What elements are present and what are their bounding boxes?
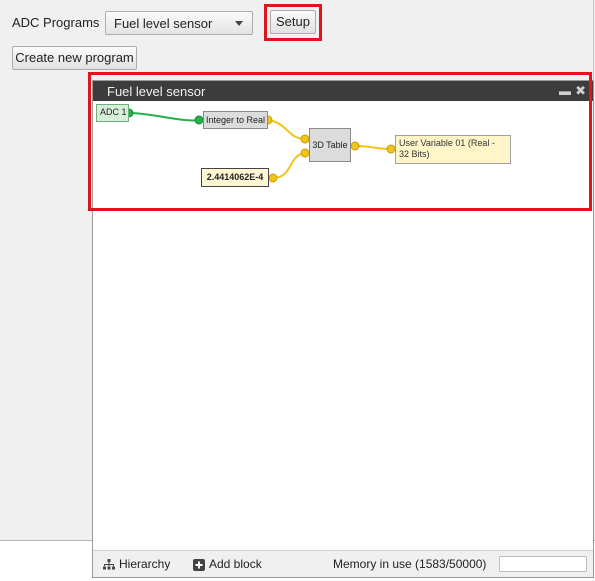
- setup-button[interactable]: Setup: [270, 10, 316, 34]
- add-block-label: Add block: [209, 557, 262, 571]
- program-select-value: Fuel level sensor: [114, 16, 213, 31]
- hierarchy-button[interactable]: Hierarchy: [103, 557, 170, 571]
- adc-block[interactable]: ADC 1: [96, 104, 129, 122]
- plus-box-icon: [193, 558, 205, 571]
- hierarchy-icon: [103, 559, 115, 570]
- program-select[interactable]: Fuel level sensor: [105, 11, 253, 35]
- wires-layer: [124, 108, 396, 183]
- table-input-port-1[interactable]: [300, 134, 310, 144]
- create-new-program-button[interactable]: Create new program: [12, 46, 137, 70]
- program-canvas[interactable]: ADC 1 Integer to Real 3D Table 2.4414062…: [93, 101, 593, 571]
- int-input-port[interactable]: [194, 115, 204, 125]
- close-icon[interactable]: ✖: [575, 83, 586, 99]
- adc-programs-label: ADC Programs: [12, 15, 100, 30]
- wire-int-to-table: [267, 119, 306, 140]
- wire-adc-to-int: [128, 112, 204, 122]
- table-3d-block[interactable]: 3D Table: [309, 128, 351, 162]
- hierarchy-label: Hierarchy: [119, 557, 171, 571]
- memory-usage-label: Memory in use (1583/50000): [333, 557, 487, 571]
- wire-const-to-table: [272, 152, 306, 179]
- integer-to-real-block[interactable]: Integer to Real: [203, 111, 268, 129]
- minimize-icon[interactable]: ▬: [559, 84, 571, 98]
- const-output-port[interactable]: [268, 173, 278, 183]
- var-input-port[interactable]: [386, 144, 396, 154]
- constant-block[interactable]: 2.4414062E-4: [201, 168, 269, 187]
- memory-usage-bar: [499, 556, 587, 572]
- user-variable-block[interactable]: User Variable 01 (Real - 32 Bits): [395, 135, 511, 164]
- window-title: Fuel level sensor: [107, 84, 206, 99]
- wire-table-to-var: [354, 145, 392, 150]
- chevron-down-icon: [235, 21, 243, 26]
- table-output-port[interactable]: [350, 141, 360, 151]
- status-bar: Hierarchy Add block Memory in use (1583/…: [93, 550, 593, 577]
- add-block-button[interactable]: Add block: [193, 557, 262, 571]
- program-editor-window: Fuel level sensor ▬ ✖ ADC 1 Integer to R…: [92, 80, 594, 578]
- table-input-port-2[interactable]: [300, 148, 310, 158]
- window-title-bar[interactable]: Fuel level sensor ▬ ✖: [93, 81, 593, 101]
